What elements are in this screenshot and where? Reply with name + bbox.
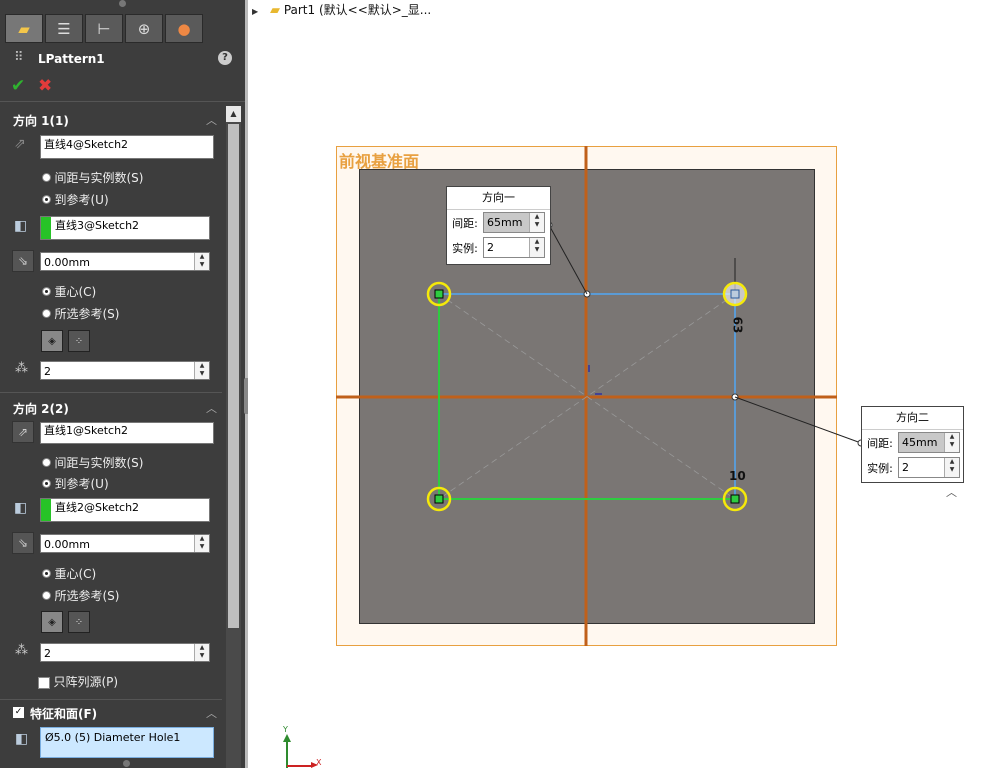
callout-instances-row: 实例: 2 ▲ ▼ xyxy=(862,455,963,480)
callout-spacing-input[interactable]: 45mm ▲ ▼ xyxy=(898,432,960,453)
direction2-callout: 方向二 间距: 45mm ▲ ▼ 实例: 2 ▲ ▼ xyxy=(861,406,964,483)
callout-spacing-row: 间距: 65mm ▲ ▼ xyxy=(447,210,550,235)
dimension-text-top[interactable]: 63 xyxy=(730,317,744,334)
callout-instances-label: 实例: xyxy=(452,241,478,255)
triad-y-arrow-icon xyxy=(283,734,291,742)
callout-leader xyxy=(734,396,862,444)
callout-instances-value: 2 xyxy=(902,461,909,474)
callout-spacing-input[interactable]: 65mm ▲ ▼ xyxy=(483,212,545,233)
hole-center-point[interactable] xyxy=(434,494,444,504)
callout-spinner[interactable]: ▲ ▼ xyxy=(944,458,959,477)
callout-instances-input[interactable]: 2 ▲ ▼ xyxy=(483,237,545,258)
sketch-overlay xyxy=(283,146,865,768)
callout-instances-value: 2 xyxy=(487,241,494,254)
callout-spacing-value: 45mm xyxy=(902,436,938,449)
callout-spinner[interactable]: ▲ ▼ xyxy=(529,213,544,232)
callout-spacing-label: 间距: xyxy=(867,436,893,450)
dimension-text-bottom[interactable]: 10 xyxy=(729,469,746,483)
callout-spacing-value: 65mm xyxy=(487,216,523,229)
callout-instances-label: 实例: xyxy=(867,461,893,475)
direction1-callout: 方向一 间距: 65mm ▲ ▼ 实例: 2 ▲ ▼ xyxy=(446,186,551,265)
callout-spacing-row: 间距: 45mm ▲ ▼ xyxy=(862,430,963,455)
callout-title: 方向一 xyxy=(447,187,550,210)
hole-center-point[interactable] xyxy=(434,289,444,299)
callout-spacing-label: 间距: xyxy=(452,216,478,230)
callout-collapse-chevron-icon[interactable]: ︿ xyxy=(946,484,957,500)
hole-center-point[interactable] xyxy=(730,494,740,504)
callout-spinner[interactable]: ▲ ▼ xyxy=(944,433,959,452)
triad-x-label: X xyxy=(316,758,322,767)
callout-instances-input[interactable]: 2 ▲ ▼ xyxy=(898,457,960,478)
callout-leader xyxy=(548,224,588,295)
callout-title: 方向二 xyxy=(862,407,963,430)
hole-center-point[interactable] xyxy=(730,289,740,299)
callout-spinner[interactable]: ▲ ▼ xyxy=(529,238,544,257)
callout-instances-row: 实例: 2 ▲ ▼ xyxy=(447,235,550,260)
triad-y-label: Y xyxy=(283,725,288,734)
